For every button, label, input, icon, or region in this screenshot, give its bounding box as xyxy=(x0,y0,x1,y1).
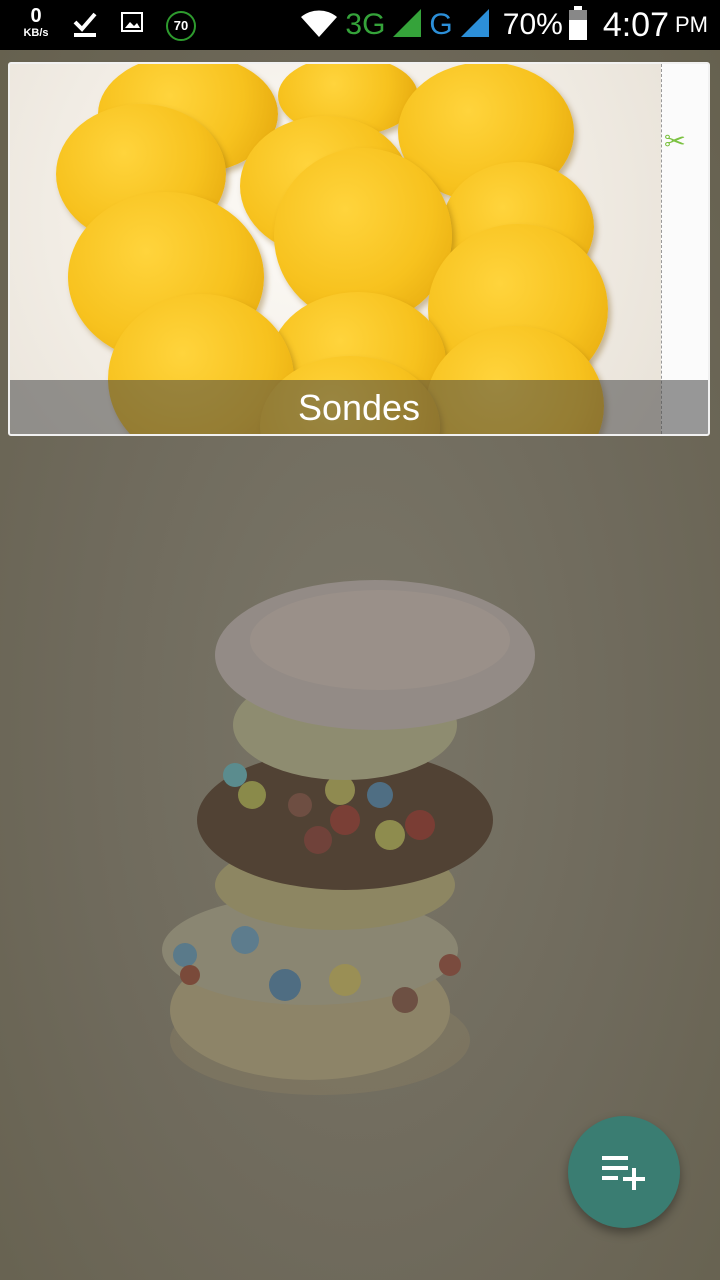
network-g-label: G xyxy=(429,8,453,41)
network-speed-value: 0 xyxy=(30,5,42,27)
status-right: 3G G 70% 4:07 PM xyxy=(299,0,708,50)
signal-icon xyxy=(391,7,423,44)
image-icon xyxy=(120,10,144,39)
recipe-card[interactable]: ✂ Sondes xyxy=(8,62,710,436)
clock-ampm: PM xyxy=(675,12,708,37)
network-speed-unit: KB/s xyxy=(23,27,49,39)
signal-icon xyxy=(459,7,491,44)
clock-time: 4:07 xyxy=(602,5,669,44)
notification-badge: 70 xyxy=(166,11,196,41)
wifi-icon xyxy=(299,7,339,44)
image-side-strip: ✂ xyxy=(661,64,708,434)
card-title: Sondes xyxy=(297,387,421,428)
download-done-icon xyxy=(72,10,98,43)
battery-percent: 70% xyxy=(502,8,563,41)
main-content: ✂ Sondes xyxy=(0,50,720,1280)
playlist-add-icon xyxy=(602,1156,645,1190)
scissors-icon: ✂ xyxy=(664,126,686,156)
network-speed: 0 KB/s xyxy=(18,6,54,39)
recipe-image xyxy=(10,64,664,434)
network-3g-label: 3G xyxy=(345,8,386,41)
add-to-list-button[interactable] xyxy=(568,1116,680,1228)
battery-icon xyxy=(568,5,587,45)
status-bar: 0 KB/s 70 3G G 70% 4:07 PM xyxy=(0,0,720,50)
